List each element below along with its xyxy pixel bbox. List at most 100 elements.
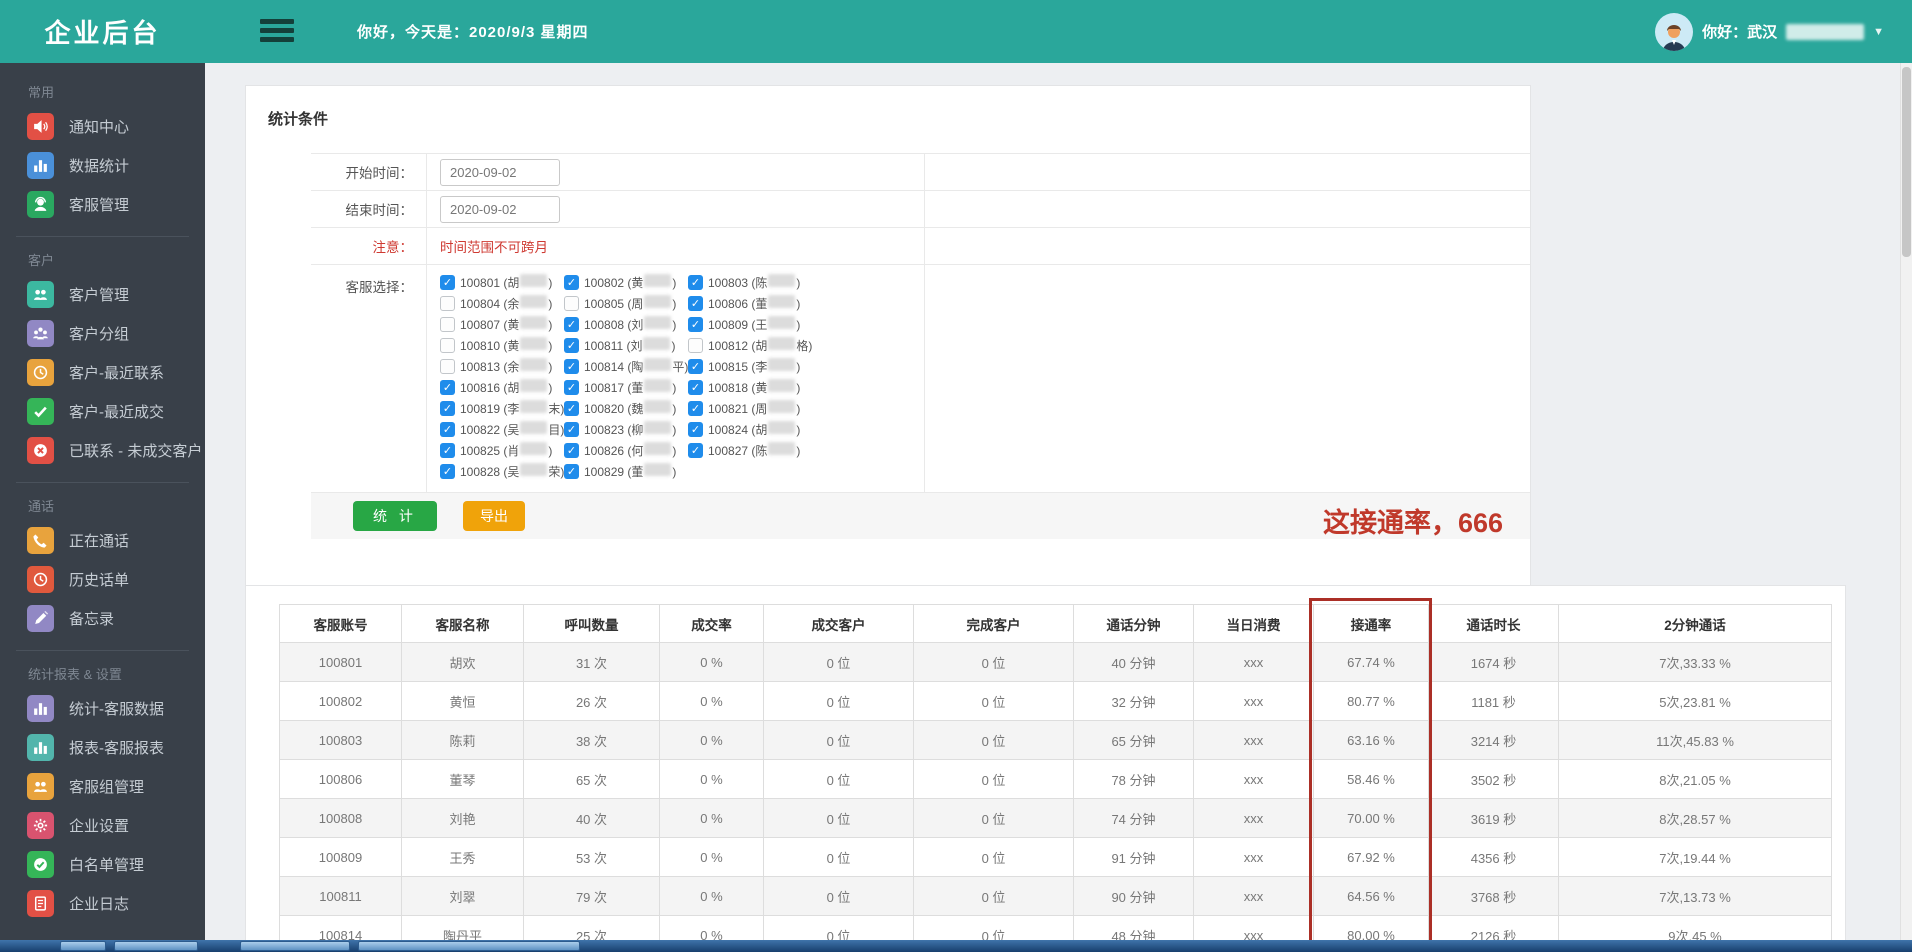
sidebar-item-正在通话[interactable]: 正在通话: [0, 521, 205, 560]
user-menu[interactable]: 你好：武汉 ▼: [1655, 0, 1884, 63]
sidebar-item-备忘录[interactable]: 备忘录: [0, 599, 205, 638]
menu-toggle-icon[interactable]: [260, 19, 294, 45]
table-cell: 董琴: [401, 759, 524, 799]
agent-checkbox-100817[interactable]: ✓ 100817 (董): [564, 379, 688, 396]
agent-checkbox-100803[interactable]: ✓ 100803 (陈): [688, 274, 812, 291]
check-circle-icon: [27, 851, 54, 878]
sidebar-item-企业日志[interactable]: 企业日志: [0, 884, 205, 923]
checkbox-checked-icon[interactable]: ✓: [564, 380, 579, 395]
checkbox-unchecked-icon[interactable]: [440, 317, 455, 332]
sidebar-item-企业设置[interactable]: 企业设置: [0, 806, 205, 845]
checkbox-checked-icon[interactable]: ✓: [688, 296, 703, 311]
checkbox-checked-icon[interactable]: ✓: [564, 359, 579, 374]
sidebar-item-客服组管理[interactable]: 客服组管理: [0, 767, 205, 806]
checkbox-checked-icon[interactable]: ✓: [564, 401, 579, 416]
checkbox-checked-icon[interactable]: ✓: [440, 401, 455, 416]
checkbox-checked-icon[interactable]: ✓: [564, 317, 579, 332]
checkbox-checked-icon[interactable]: ✓: [564, 338, 579, 353]
checkbox-unchecked-icon[interactable]: [688, 338, 703, 353]
sidebar-item-客户-最近成交[interactable]: 客户-最近成交: [0, 392, 205, 431]
checkbox-checked-icon[interactable]: ✓: [440, 422, 455, 437]
agent-checkbox-100823[interactable]: ✓ 100823 (柳): [564, 421, 688, 438]
agent-checkbox-100824[interactable]: ✓ 100824 (胡): [688, 421, 812, 438]
agent-checkbox-100827[interactable]: ✓ 100827 (陈): [688, 442, 812, 459]
checkbox-checked-icon[interactable]: ✓: [688, 317, 703, 332]
sidebar-item-通知中心[interactable]: 通知中心: [0, 107, 205, 146]
checkbox-checked-icon[interactable]: ✓: [564, 422, 579, 437]
checkbox-checked-icon[interactable]: ✓: [688, 359, 703, 374]
checkbox-checked-icon[interactable]: ✓: [688, 275, 703, 290]
checkbox-checked-icon[interactable]: ✓: [564, 443, 579, 458]
checkbox-checked-icon[interactable]: ✓: [688, 422, 703, 437]
agent-checkbox-100825[interactable]: ✓ 100825 (肖): [440, 442, 564, 459]
checkbox-unchecked-icon[interactable]: [440, 338, 455, 353]
agent-checkbox-100819[interactable]: ✓ 100819 (李 末): [440, 400, 564, 417]
agent-checkbox-100816[interactable]: ✓ 100816 (胡): [440, 379, 564, 396]
agent-checkbox-100818[interactable]: ✓ 100818 (黄): [688, 379, 812, 396]
agent-checkbox-100804[interactable]: 100804 (余): [440, 295, 564, 312]
agent-checkbox-100810[interactable]: 100810 (黄): [440, 337, 564, 354]
censored-agent-name: [520, 274, 548, 287]
sidebar-item-报表-客服报表[interactable]: 报表-客服报表: [0, 728, 205, 767]
agent-checkbox-100801[interactable]: ✓ 100801 (胡): [440, 274, 564, 291]
checkbox-checked-icon[interactable]: ✓: [688, 443, 703, 458]
sidebar-item-客户-最近联系[interactable]: 客户-最近联系: [0, 353, 205, 392]
agent-checkbox-100812[interactable]: 100812 (胡 格): [688, 337, 812, 354]
checkbox-checked-icon[interactable]: ✓: [688, 401, 703, 416]
export-button[interactable]: 导出: [463, 501, 525, 531]
agent-checkbox-100820[interactable]: ✓ 100820 (魏): [564, 400, 688, 417]
agent-checkbox-100809[interactable]: ✓ 100809 (王): [688, 316, 812, 333]
taskbar-button[interactable]: [358, 941, 580, 951]
checkbox-checked-icon[interactable]: ✓: [688, 380, 703, 395]
sidebar-item-label: 备忘录: [69, 611, 115, 628]
table-cell: 陈莉: [401, 720, 524, 760]
agent-checkbox-grid: ✓ 100801 (胡) ✓ 100802 (黄) ✓ 100803 (陈) 100804 …: [440, 274, 812, 480]
sidebar-item-客服管理[interactable]: 客服管理: [0, 185, 205, 224]
checkbox-checked-icon[interactable]: ✓: [564, 275, 579, 290]
scrollbar-thumb[interactable]: [1902, 67, 1911, 257]
sidebar-item-已联系 - 未成交客户[interactable]: 已联系 - 未成交客户: [0, 431, 205, 470]
checkbox-unchecked-icon[interactable]: [440, 296, 455, 311]
agent-label: 100820 (魏): [584, 400, 677, 416]
agent-checkbox-100807[interactable]: 100807 (黄): [440, 316, 564, 333]
checkbox-checked-icon[interactable]: ✓: [440, 380, 455, 395]
agent-checkbox-100805[interactable]: 100805 (周): [564, 295, 688, 312]
sidebar-divider: [16, 650, 189, 651]
agent-checkbox-100808[interactable]: ✓ 100808 (刘): [564, 316, 688, 333]
checkbox-checked-icon[interactable]: ✓: [440, 275, 455, 290]
checkbox-checked-icon[interactable]: ✓: [440, 443, 455, 458]
agent-checkbox-100813[interactable]: 100813 (余): [440, 358, 564, 375]
sidebar-item-客户分组[interactable]: 客户分组: [0, 314, 205, 353]
censored-agent-name: [644, 379, 672, 392]
sidebar-item-白名单管理[interactable]: 白名单管理: [0, 845, 205, 884]
agent-label: 100825 (肖): [460, 442, 553, 458]
people-group-icon: [27, 320, 54, 347]
sidebar-item-label: 客户-最近联系: [69, 365, 164, 382]
sidebar-item-数据统计[interactable]: 数据统计: [0, 146, 205, 185]
agent-checkbox-100814[interactable]: ✓ 100814 (陶 平): [564, 358, 688, 375]
agent-checkbox-100821[interactable]: ✓ 100821 (周): [688, 400, 812, 417]
taskbar-button[interactable]: [60, 941, 106, 951]
sidebar-item-客户管理[interactable]: 客户管理: [0, 275, 205, 314]
taskbar-button[interactable]: [240, 941, 350, 951]
statistics-button[interactable]: 统 计: [353, 501, 437, 531]
agent-checkbox-100815[interactable]: ✓ 100815 (李): [688, 358, 812, 375]
sidebar-item-统计-客服数据[interactable]: 统计-客服数据: [0, 689, 205, 728]
vertical-scrollbar[interactable]: [1900, 63, 1912, 940]
agent-checkbox-100828[interactable]: ✓ 100828 (吴 荣): [440, 463, 564, 480]
checkbox-unchecked-icon[interactable]: [564, 296, 579, 311]
agent-checkbox-100811[interactable]: ✓ 100811 (刘): [564, 337, 688, 354]
agent-checkbox-100806[interactable]: ✓ 100806 (董): [688, 295, 812, 312]
end-time-input[interactable]: [440, 195, 560, 223]
agent-checkbox-100829[interactable]: ✓ 100829 (董): [564, 463, 688, 480]
sidebar-item-历史话单[interactable]: 历史话单: [0, 560, 205, 599]
checkbox-checked-icon[interactable]: ✓: [440, 464, 455, 479]
checkbox-unchecked-icon[interactable]: [440, 359, 455, 374]
agent-checkbox-100826[interactable]: ✓ 100826 (何): [564, 442, 688, 459]
checkbox-checked-icon[interactable]: ✓: [564, 464, 579, 479]
agent-checkbox-100802[interactable]: ✓ 100802 (黄): [564, 274, 688, 291]
taskbar-button[interactable]: [114, 941, 198, 951]
agent-checkbox-100822[interactable]: ✓ 100822 (吴 目): [440, 421, 564, 438]
os-taskbar[interactable]: [0, 940, 1912, 952]
start-time-input[interactable]: [440, 158, 560, 186]
